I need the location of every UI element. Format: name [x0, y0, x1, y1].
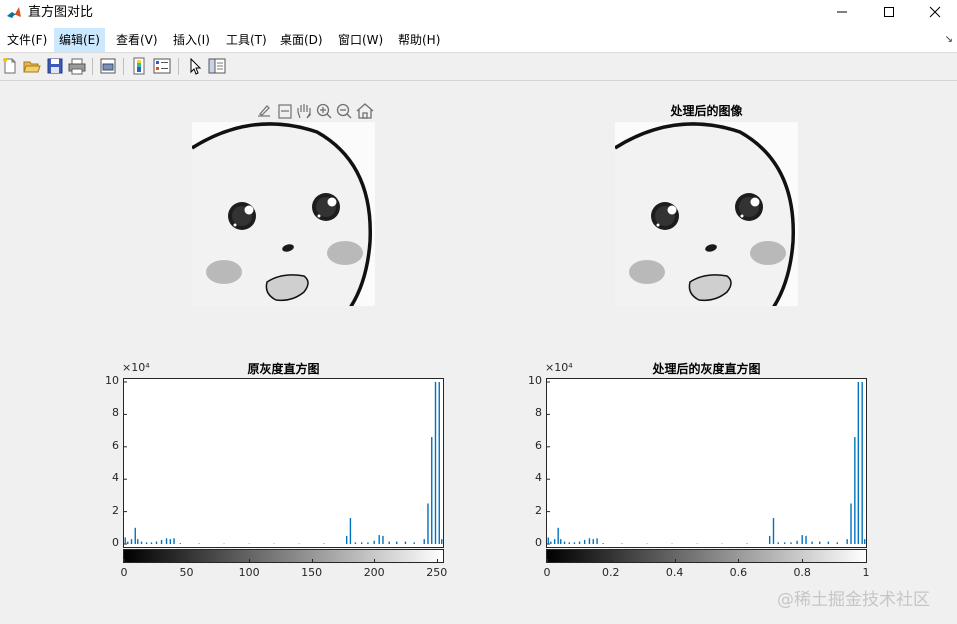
home-icon[interactable]	[356, 103, 374, 119]
y-tick-label: 8	[535, 406, 542, 420]
zoom-in-icon[interactable]	[316, 103, 332, 119]
x-tick-mark	[738, 559, 740, 563]
hist1-title: 原灰度直方图	[247, 362, 320, 376]
hist-axes-box[interactable]	[546, 378, 867, 548]
save-icon[interactable]	[46, 57, 64, 75]
figure-toolbar	[0, 53, 957, 81]
maximize-icon	[884, 7, 894, 17]
y-tick-label: 0	[112, 536, 119, 549]
property-inspector-icon[interactable]	[208, 57, 226, 75]
menu-desktop[interactable]: 桌面(D)	[275, 28, 328, 52]
data-tip-icon[interactable]	[278, 104, 292, 119]
x-tick-label: 0	[120, 566, 128, 579]
figure-window: 直方图对比 文件(F) 编辑(E) 查看(V) 插入(I) 工具(T) 桌面(D…	[0, 0, 957, 624]
hist-bars	[546, 381, 866, 545]
y-tick-label: 6	[535, 438, 542, 452]
y-tick-label: 4	[112, 471, 119, 485]
brush-icon[interactable]	[258, 105, 270, 117]
x-tick-mark	[374, 559, 376, 563]
maximize-button[interactable]	[866, 0, 912, 24]
hist1-exponent-label: ×10⁴	[122, 361, 150, 374]
y-tick-label: 0	[535, 536, 542, 549]
face-image	[615, 122, 798, 306]
x-tick-mark	[436, 559, 438, 563]
x-tick-mark	[124, 559, 125, 563]
menu-window[interactable]: 窗口(W)	[333, 28, 388, 52]
axes-toolbar	[258, 103, 374, 119]
open-file-icon[interactable]	[23, 57, 41, 75]
menu-insert[interactable]: 插入(I)	[168, 28, 215, 52]
close-button[interactable]	[912, 0, 957, 24]
original-image[interactable]	[192, 122, 375, 306]
processed-image-title: 处理后的图像	[670, 104, 743, 118]
menu-overflow-icon[interactable]: ↘	[945, 34, 953, 45]
matlab-logo-icon	[6, 5, 22, 21]
hist2-title: 处理后的灰度直方图	[652, 362, 761, 376]
hist-axes-box[interactable]	[123, 378, 444, 548]
legend-icon[interactable]	[153, 57, 171, 75]
x-tick-label: 150	[301, 566, 323, 579]
minimize-icon	[837, 11, 847, 13]
close-icon	[929, 6, 941, 18]
select-arrow-icon[interactable]	[186, 57, 204, 75]
gray-colorbar	[546, 549, 867, 563]
y-tick-label: 10	[528, 374, 542, 387]
x-tick-label: 0.8	[793, 566, 811, 579]
watermark: @稀土掘金技术社区	[777, 590, 930, 610]
x-tick-label: 250	[426, 566, 448, 579]
x-tick-label: 50	[179, 566, 194, 579]
new-figure-icon[interactable]	[1, 57, 19, 75]
y-tick-label: 4	[535, 471, 542, 485]
x-tick-mark	[674, 559, 676, 563]
y-tick-label: 2	[535, 503, 542, 517]
x-tick-label: 0.6	[729, 566, 748, 579]
menu-edit[interactable]: 编辑(E)	[54, 28, 105, 52]
x-tick-mark	[249, 559, 251, 563]
x-tick-label: 1	[862, 566, 870, 579]
x-tick-mark	[311, 559, 313, 563]
x-tick-label: 0	[543, 566, 551, 579]
x-tick-label: 0.2	[602, 566, 620, 579]
x-tick-mark	[866, 559, 867, 563]
menu-help[interactable]: 帮助(H)	[393, 28, 445, 52]
colorbar-icon[interactable]	[131, 57, 149, 75]
print-preview-icon[interactable]	[99, 57, 117, 75]
menu-bar: 文件(F) 编辑(E) 查看(V) 插入(I) 工具(T) 桌面(D) 窗口(W…	[0, 28, 957, 53]
minimize-button[interactable]	[819, 0, 865, 24]
print-icon[interactable]	[68, 57, 86, 75]
gray-colorbar	[123, 549, 444, 563]
zoom-out-icon[interactable]	[336, 103, 352, 119]
x-tick-label: 100	[238, 566, 260, 579]
face-image	[192, 122, 375, 306]
y-tick-label: 6	[112, 438, 119, 452]
x-tick-label: 200	[363, 566, 385, 579]
hist2-exponent-label: ×10⁴	[545, 361, 573, 374]
pan-icon[interactable]	[297, 104, 311, 119]
title-bar: 直方图对比	[0, 0, 957, 28]
menu-tools[interactable]: 工具(T)	[221, 28, 272, 52]
x-tick-mark	[610, 559, 612, 563]
toolbar-separator	[178, 58, 179, 75]
x-tick-mark	[547, 559, 548, 563]
window-title: 直方图对比	[28, 5, 94, 20]
y-tick-label: 10	[105, 374, 119, 387]
y-tick-label: 2	[112, 503, 119, 517]
toolbar-separator	[92, 58, 93, 75]
menu-view[interactable]: 查看(V)	[111, 28, 163, 52]
x-tick-mark	[802, 559, 804, 563]
processed-image[interactable]	[615, 122, 798, 306]
hist-bars	[123, 381, 443, 545]
toolbar-separator	[123, 58, 124, 75]
menu-file[interactable]: 文件(F)	[2, 28, 52, 52]
x-tick-label: 0.4	[665, 566, 684, 579]
y-tick-label: 8	[112, 406, 119, 420]
x-tick-mark	[186, 559, 188, 563]
